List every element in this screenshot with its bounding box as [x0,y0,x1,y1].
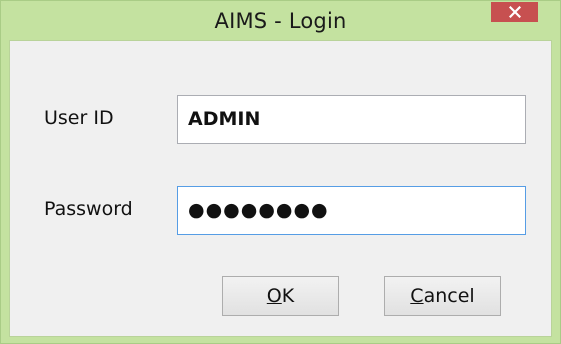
cancel-button[interactable]: Cancel [384,276,501,316]
ok-label-rest: K [281,285,295,307]
user-id-input[interactable]: ADMIN [177,95,526,144]
password-label: Password [44,198,133,220]
ok-button[interactable]: OK [222,276,339,316]
close-icon [508,6,521,18]
cancel-mnemonic: C [410,285,424,307]
cancel-label-rest: ancel [423,285,475,307]
window-title: AIMS - Login [214,9,347,33]
login-dialog: AIMS - Login User ID ADMIN Password ●●●●… [0,0,561,344]
user-id-label: User ID [44,107,114,129]
ok-mnemonic: O [266,285,282,307]
title-bar[interactable]: AIMS - Login [1,1,560,40]
dialog-body: User ID ADMIN Password ●●●●●●●● OK Cance… [9,40,552,337]
password-input[interactable]: ●●●●●●●● [177,186,526,235]
close-button[interactable] [491,2,538,22]
